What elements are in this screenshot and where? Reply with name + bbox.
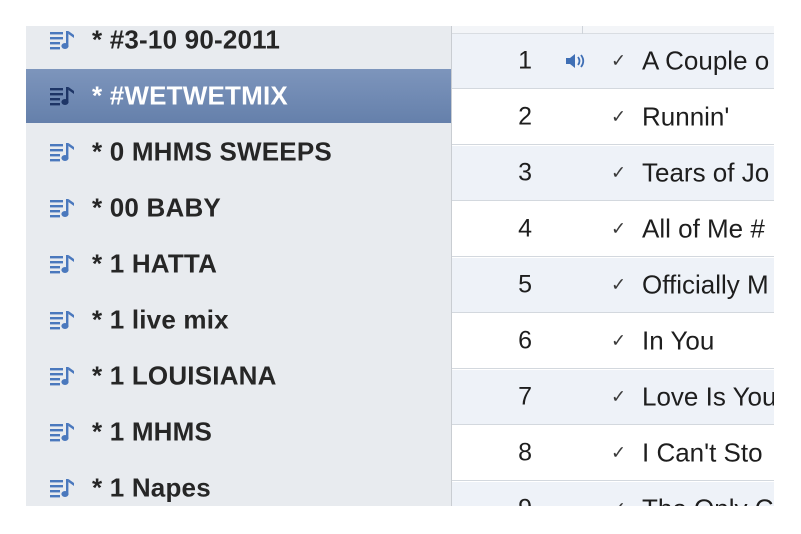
playlist-icon — [49, 477, 75, 499]
track-checkbox[interactable]: ✓ — [611, 275, 626, 296]
track-row[interactable]: 3 ✓ Tears of Jo — [452, 146, 774, 201]
sidebar-playlist-item[interactable]: * #WETWETMIX — [26, 69, 451, 123]
playlist-label: * 1 LOUISIANA — [92, 360, 277, 391]
sidebar-playlist-item[interactable]: * 1 MHMS — [26, 405, 451, 459]
track-checkbox[interactable]: ✓ — [611, 499, 626, 507]
track-row[interactable]: 5 ✓ Officially M — [452, 258, 774, 313]
column-header-strip — [452, 26, 774, 34]
column-divider — [582, 26, 583, 34]
track-number: 7 — [518, 382, 532, 411]
track-title: A Couple o — [642, 45, 770, 76]
track-list: 1 ✓ A Couple o 2 ✓ Runnin' 3 ✓ Tears of Jo 4 ✓ All … — [452, 26, 774, 506]
playlist-icon — [49, 29, 75, 51]
playlist-icon — [49, 141, 75, 163]
track-number: 4 — [518, 214, 532, 243]
playlist-label: * 00 BABY — [92, 192, 221, 223]
playlist-label: * 1 MHMS — [92, 416, 213, 447]
sidebar-playlist-item[interactable]: * 1 live mix — [26, 293, 451, 347]
sidebar-playlist-item[interactable]: * 00 BABY — [26, 181, 451, 235]
track-title: All of Me # — [642, 213, 765, 244]
track-checkbox[interactable]: ✓ — [611, 107, 626, 128]
track-title: The Only C — [642, 494, 774, 507]
playlist-icon — [49, 365, 75, 387]
track-number: 1 — [518, 46, 532, 75]
playlist-label: * #WETWETMIX — [92, 80, 288, 111]
sidebar-playlist-item[interactable]: * #3-10 90-2011 — [26, 26, 451, 67]
track-number: 8 — [518, 438, 532, 467]
track-title: Officially M — [642, 269, 769, 300]
track-checkbox[interactable]: ✓ — [611, 51, 626, 72]
playlist-label: * 1 Napes — [92, 472, 211, 503]
track-checkbox[interactable]: ✓ — [611, 331, 626, 352]
playlist-icon — [49, 85, 75, 107]
track-number: 9 — [518, 495, 532, 507]
track-title: In You — [642, 325, 715, 356]
sidebar-playlist-item[interactable]: * 0 MHMS SWEEPS — [26, 125, 451, 179]
playlist-label: * 1 HATTA — [92, 248, 218, 279]
itunes-window: * #3-10 90-2011 * #WETWETMIX * 0 MHMS SWEE… — [26, 26, 774, 506]
track-checkbox[interactable]: ✓ — [611, 163, 626, 184]
playlist-icon — [49, 309, 75, 331]
track-checkbox[interactable]: ✓ — [611, 219, 626, 240]
track-title: I Can't Sto — [642, 437, 763, 468]
playlist-icon — [49, 253, 75, 275]
track-title: Runnin' — [642, 101, 730, 132]
sidebar-playlist-item[interactable]: * 1 LOUISIANA — [26, 349, 451, 403]
track-row[interactable]: 1 ✓ A Couple o — [452, 34, 774, 89]
track-row[interactable]: 2 ✓ Runnin' — [452, 90, 774, 145]
playlist-label: * #3-10 90-2011 — [92, 26, 281, 55]
now-playing-speaker-icon — [565, 50, 591, 72]
track-row[interactable]: 8 ✓ I Can't Sto — [452, 426, 774, 481]
track-row[interactable]: 9 ✓ The Only C — [452, 482, 774, 506]
track-number: 6 — [518, 326, 532, 355]
track-row[interactable]: 4 ✓ All of Me # — [452, 202, 774, 257]
track-checkbox[interactable]: ✓ — [611, 387, 626, 408]
sidebar-playlist-item[interactable]: * 1 Napes — [26, 461, 451, 506]
track-title: Love Is You — [642, 381, 774, 412]
track-row[interactable]: 6 ✓ In You — [452, 314, 774, 369]
playlist-label: * 0 MHMS SWEEPS — [92, 136, 332, 167]
sidebar-playlist-item[interactable]: * 1 HATTA — [26, 237, 451, 291]
track-checkbox[interactable]: ✓ — [611, 443, 626, 464]
playlist-sidebar: * #3-10 90-2011 * #WETWETMIX * 0 MHMS SWEE… — [26, 26, 452, 506]
playlist-icon — [49, 197, 75, 219]
track-title: Tears of Jo — [642, 157, 770, 188]
track-number: 2 — [518, 102, 532, 131]
playlist-label: * 1 live mix — [92, 304, 229, 335]
track-number: 3 — [518, 158, 532, 187]
track-number: 5 — [518, 270, 532, 299]
track-row[interactable]: 7 ✓ Love Is You — [452, 370, 774, 425]
playlist-icon — [49, 421, 75, 443]
